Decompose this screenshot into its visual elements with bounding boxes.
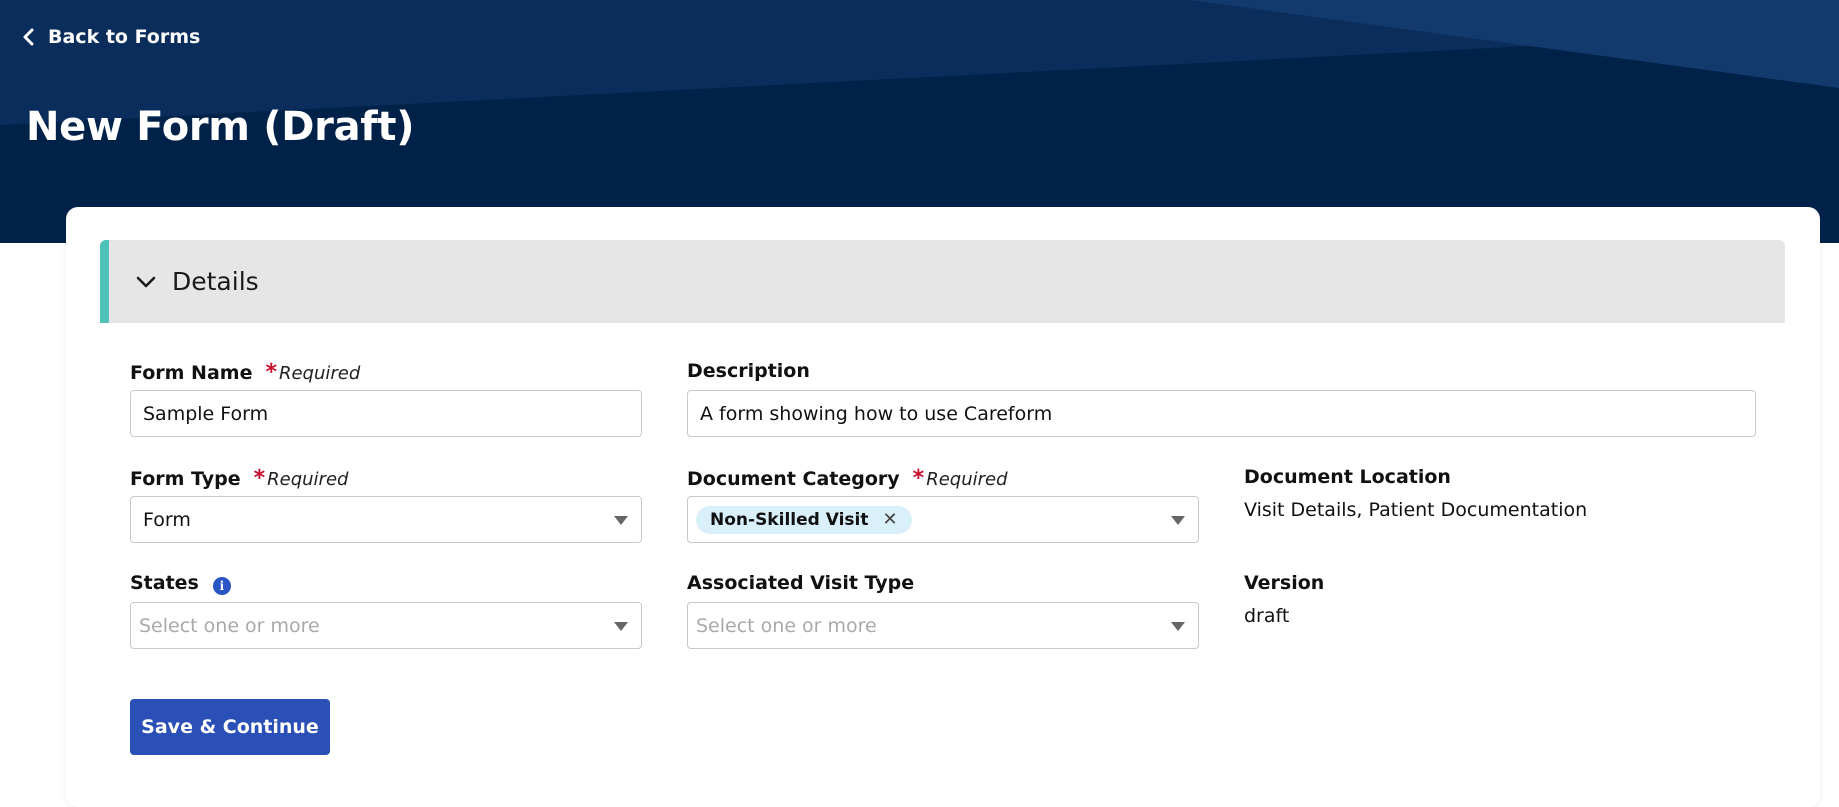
document-category-label: Document Category * Required	[687, 466, 1008, 491]
required-indicator: * Required	[912, 466, 1008, 491]
close-icon[interactable]: ✕	[882, 509, 897, 530]
required-text: Required	[278, 363, 361, 384]
states-select[interactable]: Select one or more	[130, 602, 642, 649]
chevron-down-icon	[136, 276, 156, 287]
document-location-label: Document Location	[1244, 466, 1451, 488]
section-title: Details	[172, 267, 259, 296]
details-section-toggle[interactable]: Details	[100, 240, 1785, 323]
chevron-left-icon	[23, 28, 34, 46]
document-category-label-text: Document Category	[687, 468, 900, 490]
info-icon[interactable]: i	[212, 577, 231, 595]
form-type-value: Form	[143, 508, 191, 531]
chip-label: Non-Skilled Visit	[710, 509, 869, 530]
caret-down-icon	[1171, 516, 1185, 525]
form-name-label-text: Form Name	[130, 362, 253, 384]
states-label-text: States	[130, 572, 199, 594]
version-value: draft	[1244, 605, 1290, 627]
document-location-value: Visit Details, Patient Documentation	[1244, 499, 1588, 521]
description-label-text: Description	[687, 360, 810, 382]
description-label: Description	[687, 360, 810, 382]
associated-visit-type-label: Associated Visit Type	[687, 572, 914, 594]
version-label: Version	[1244, 572, 1325, 594]
back-link-label: Back to Forms	[48, 26, 201, 48]
form-name-input[interactable]	[130, 390, 642, 437]
associated-visit-type-select[interactable]: Select one or more	[687, 602, 1199, 649]
form-name-label: Form Name * Required	[130, 360, 360, 385]
states-label: States i	[130, 572, 231, 595]
form-type-label-text: Form Type	[130, 468, 241, 490]
save-continue-button[interactable]: Save & Continue	[130, 699, 330, 755]
caret-down-icon	[614, 622, 628, 631]
required-text: Required	[267, 469, 349, 490]
form-type-select[interactable]: Form	[130, 496, 642, 543]
associated-visit-type-label-text: Associated Visit Type	[687, 572, 915, 594]
form-card: Details Form Name *Required Description …	[66, 207, 1820, 807]
selected-category-chip: Non-Skilled Visit ✕	[696, 505, 912, 534]
description-input[interactable]	[687, 390, 1756, 437]
form-type-label: Form Type * Required	[130, 466, 348, 491]
required-indicator: * Required	[253, 466, 349, 491]
caret-down-icon	[614, 516, 628, 525]
required-indicator: * Required	[265, 360, 361, 385]
caret-down-icon	[1171, 622, 1185, 631]
document-category-select[interactable]: Non-Skilled Visit ✕	[687, 496, 1199, 543]
back-to-forms-link[interactable]: Back to Forms	[22, 26, 200, 48]
required-text: Required	[926, 469, 1008, 490]
associated-visit-type-placeholder: Select one or more	[696, 614, 877, 637]
states-placeholder: Select one or more	[139, 614, 320, 637]
page-title: New Form (Draft)	[26, 104, 415, 150]
